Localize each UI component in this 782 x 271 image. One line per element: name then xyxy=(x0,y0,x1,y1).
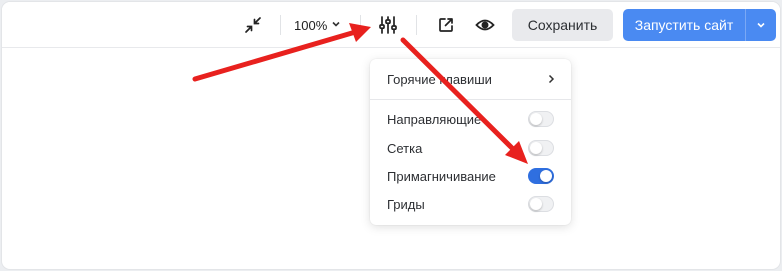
guides-toggle[interactable] xyxy=(528,111,554,127)
chevron-right-icon xyxy=(547,71,555,87)
toolbar-divider xyxy=(416,15,417,35)
menu-item-hotkeys[interactable]: Горячие клавиши xyxy=(370,65,571,93)
toggle-knob xyxy=(530,142,542,154)
chevron-down-icon xyxy=(331,19,341,32)
toggle-knob xyxy=(530,198,542,210)
menu-item-grids[interactable]: Гриды xyxy=(370,190,571,218)
menu-item-snapping[interactable]: Примагничивание xyxy=(370,162,571,190)
menu-item-label: Гриды xyxy=(387,196,425,212)
editor-window: 100% Сохранить Запустить сайт Горячие кл… xyxy=(1,1,781,270)
menu-item-grid[interactable]: Сетка xyxy=(370,134,571,162)
menu-divider xyxy=(370,99,571,100)
grid-toggle[interactable] xyxy=(528,140,554,156)
toggle-knob xyxy=(540,170,552,182)
zoom-value: 100% xyxy=(294,17,328,33)
toolbar-divider xyxy=(280,15,281,35)
menu-item-label: Горячие клавиши xyxy=(387,71,492,87)
menu-item-guides[interactable]: Направляющие xyxy=(370,105,571,133)
settings-dropdown-menu: Горячие клавиши Направляющие Сетка Прима… xyxy=(370,59,571,225)
toolbar: 100% Сохранить Запустить сайт xyxy=(2,2,780,48)
menu-item-label: Сетка xyxy=(387,140,423,156)
toggle-knob xyxy=(530,113,542,125)
menu-item-label: Направляющие xyxy=(387,111,482,127)
launch-site-label: Запустить сайт xyxy=(634,17,734,33)
eye-icon[interactable] xyxy=(474,15,496,35)
external-link-icon[interactable] xyxy=(436,15,456,35)
chevron-down-icon[interactable] xyxy=(746,20,776,30)
menu-item-label: Примагничивание xyxy=(387,168,496,184)
toolbar-divider xyxy=(360,15,361,35)
zoom-dropdown[interactable]: 100% xyxy=(294,15,341,35)
grids-toggle[interactable] xyxy=(528,196,554,212)
launch-site-button[interactable]: Запустить сайт xyxy=(623,9,776,41)
snapping-toggle[interactable] xyxy=(528,168,554,184)
settings-sliders-icon[interactable] xyxy=(377,14,399,36)
save-button[interactable]: Сохранить xyxy=(512,9,613,41)
collapse-icon[interactable] xyxy=(243,15,263,35)
save-button-label: Сохранить xyxy=(527,17,598,33)
